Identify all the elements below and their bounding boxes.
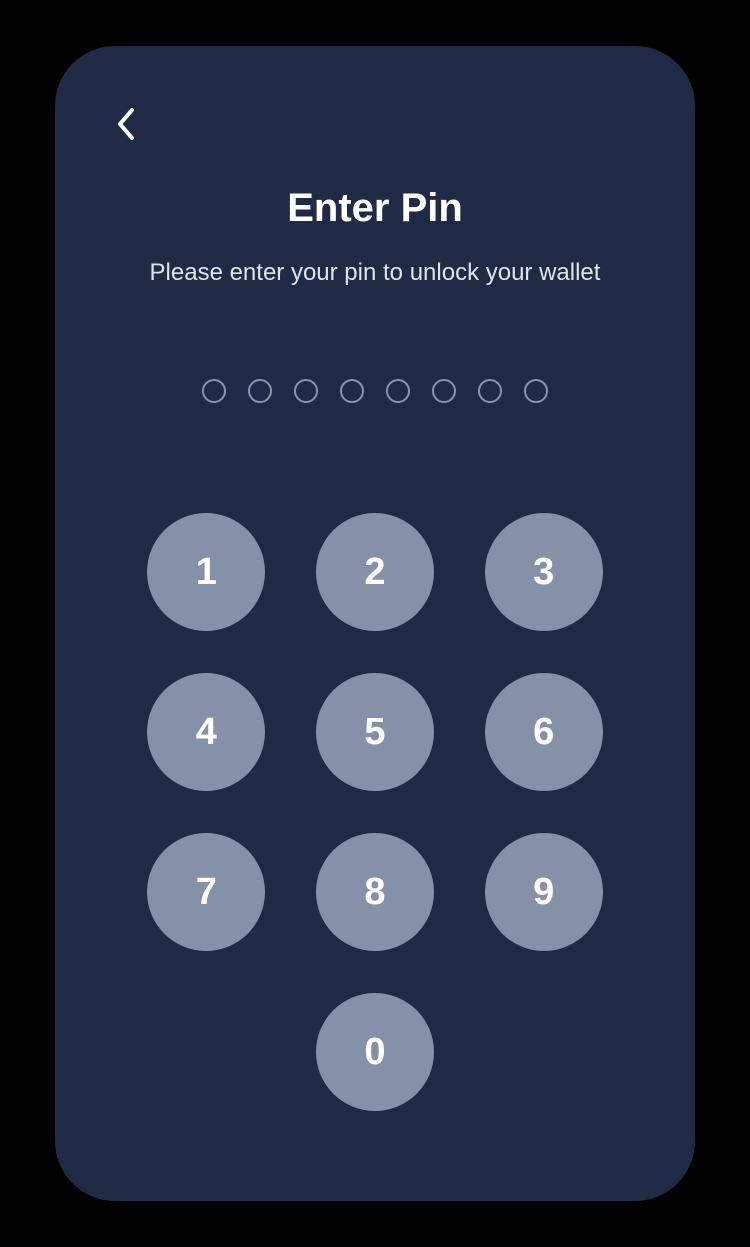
keypad-key-9[interactable]: 9: [485, 833, 603, 951]
pin-dot: [248, 379, 272, 403]
back-button[interactable]: [105, 104, 145, 144]
keypad-key-7[interactable]: 7: [147, 833, 265, 951]
keypad-key-3[interactable]: 3: [485, 513, 603, 631]
keypad-key-2[interactable]: 2: [316, 513, 434, 631]
keypad-key-4[interactable]: 4: [147, 673, 265, 791]
pin-dot: [524, 379, 548, 403]
keypad-key-5[interactable]: 5: [316, 673, 434, 791]
pin-dot: [294, 379, 318, 403]
pin-dot: [432, 379, 456, 403]
header-section: Enter Pin Please enter your pin to unloc…: [95, 186, 655, 287]
page-subtitle: Please enter your pin to unlock your wal…: [95, 259, 655, 287]
chevron-left-icon: [115, 107, 135, 141]
keypad-key-1[interactable]: 1: [147, 513, 265, 631]
keypad-key-6[interactable]: 6: [485, 673, 603, 791]
keypad-key-8[interactable]: 8: [316, 833, 434, 951]
numeric-keypad: 1 2 3 4 5 6 7 8 9 0: [95, 513, 655, 1111]
pin-entry-screen: Enter Pin Please enter your pin to unloc…: [55, 46, 695, 1201]
pin-dot: [202, 379, 226, 403]
pin-indicator: [95, 379, 655, 403]
pin-dot: [340, 379, 364, 403]
pin-dot: [478, 379, 502, 403]
pin-dot: [386, 379, 410, 403]
page-title: Enter Pin: [95, 186, 655, 231]
keypad-key-0[interactable]: 0: [316, 993, 434, 1111]
